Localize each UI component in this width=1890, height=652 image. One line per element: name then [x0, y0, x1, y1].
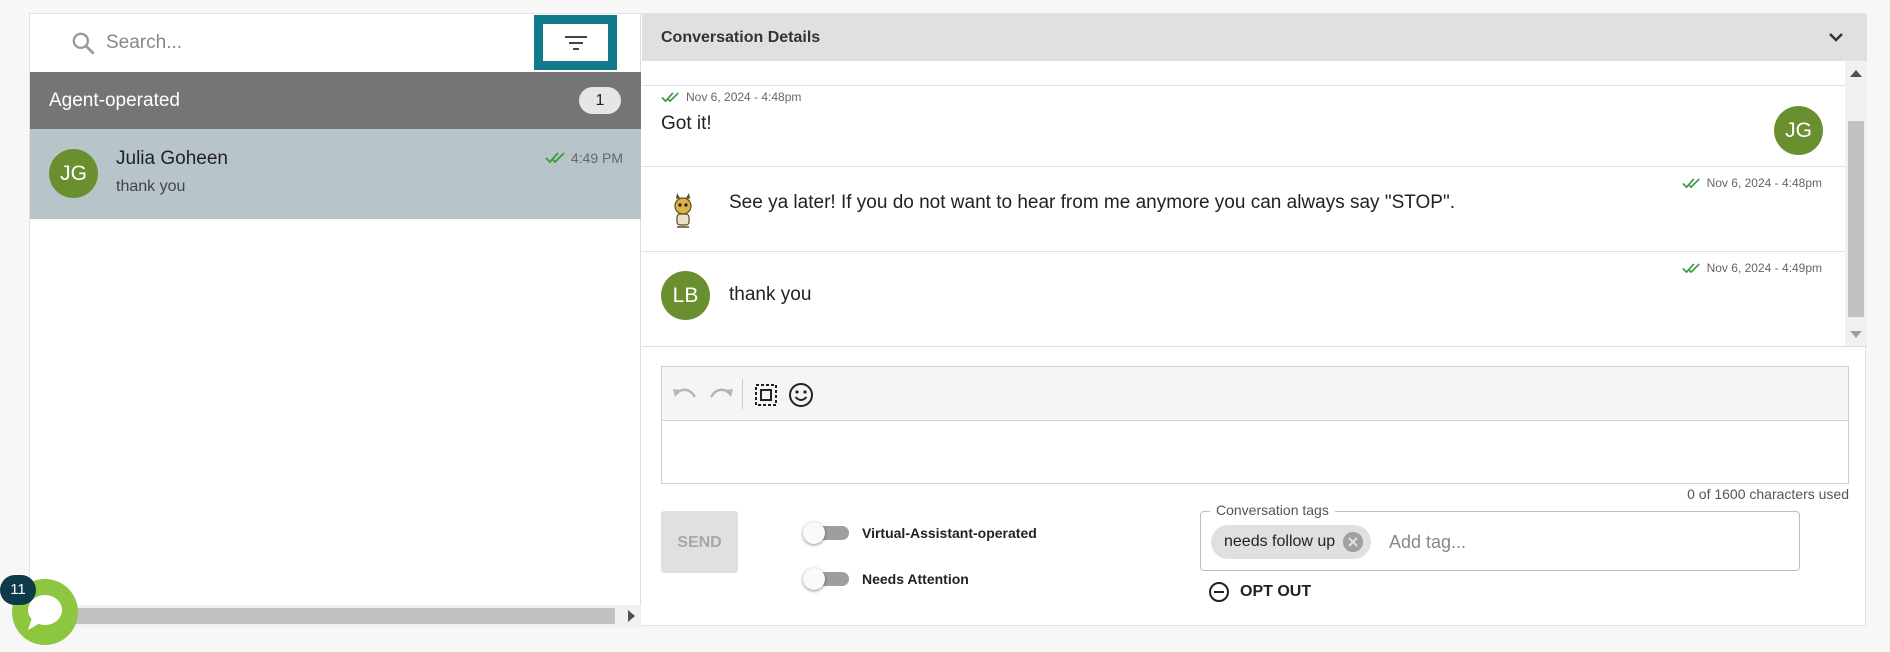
- message-input[interactable]: [661, 421, 1849, 484]
- virtual-assistant-label: Virtual-Assistant-operated: [862, 525, 1037, 541]
- conversation-name: Julia Goheen: [116, 148, 228, 169]
- message-time: Nov 6, 2024 - 4:48pm: [1706, 176, 1822, 190]
- close-icon[interactable]: [1343, 532, 1364, 552]
- message-item: Nov 6, 2024 - 4:48pm See ya later! If yo…: [642, 167, 1845, 252]
- needs-attention-toggle[interactable]: [803, 568, 849, 590]
- filter-icon: [564, 35, 587, 50]
- select-all-icon: [755, 384, 777, 406]
- tag-label: needs follow up: [1224, 533, 1336, 550]
- conversation-tags-field: Conversation tags needs follow up: [1200, 502, 1800, 571]
- scrollbar-thumb[interactable]: [1848, 121, 1864, 317]
- redo-icon: [709, 388, 733, 398]
- group-count-badge: 1: [579, 87, 621, 114]
- scroll-down-arrow-icon[interactable]: [1850, 331, 1862, 338]
- bot-mascot-icon: [674, 193, 692, 228]
- details-header[interactable]: Conversation Details: [642, 14, 1867, 61]
- avatar: LB: [661, 271, 710, 320]
- character-count: 0 of 1600 characters used: [1687, 486, 1849, 502]
- opt-out-label: OPT OUT: [1240, 583, 1312, 600]
- conversation-details-panel: Conversation Details Nov 6, 2024 - 4:48p…: [642, 14, 1867, 627]
- minus-circle-icon: [1209, 582, 1229, 602]
- avatar: JG: [1774, 106, 1823, 155]
- notification-badge: 11: [0, 575, 36, 605]
- emoji-button[interactable]: [786, 380, 816, 410]
- message-thread: Nov 6, 2024 - 4:48pm Got it! JG Nov 6, 2…: [642, 61, 1867, 347]
- tag-chip[interactable]: needs follow up: [1211, 525, 1372, 559]
- message-time: Nov 6, 2024 - 4:49pm: [1706, 261, 1822, 275]
- vertical-scrollbar[interactable]: [1845, 61, 1867, 346]
- group-title: Agent-operated: [49, 90, 180, 111]
- message-item: Nov 6, 2024 - 4:48pm Got it! JG: [642, 85, 1845, 167]
- undo-icon: [673, 388, 697, 398]
- message-text: thank you: [729, 284, 812, 305]
- avatar: JG: [49, 149, 98, 198]
- double-check-icon: [1681, 262, 1700, 273]
- scroll-right-arrow-icon[interactable]: [628, 610, 635, 622]
- search-bar: [30, 14, 641, 72]
- conversation-list-panel: Agent-operated 1 JG Julia Goheen thank y…: [30, 14, 641, 627]
- toolbar-divider: [742, 379, 743, 409]
- app-window: Agent-operated 1 JG Julia Goheen thank y…: [29, 13, 1867, 627]
- horizontal-scrollbar[interactable]: [30, 605, 641, 627]
- details-title: Conversation Details: [661, 29, 821, 46]
- conversation-item[interactable]: JG Julia Goheen thank you 4:49 PM: [30, 129, 641, 219]
- select-all-button[interactable]: [751, 380, 781, 410]
- double-check-icon: [545, 152, 565, 164]
- send-button[interactable]: SEND: [661, 511, 738, 573]
- chevron-down-icon[interactable]: [1827, 28, 1845, 46]
- undo-button[interactable]: [670, 380, 700, 410]
- emoji-icon: [789, 383, 813, 407]
- message-meta: Nov 6, 2024 - 4:48pm: [1681, 176, 1822, 190]
- message-meta: Nov 6, 2024 - 4:48pm: [661, 90, 801, 104]
- filter-button[interactable]: [534, 15, 617, 70]
- conversation-preview: thank you: [116, 178, 186, 195]
- scroll-up-arrow-icon[interactable]: [1850, 70, 1862, 77]
- redo-button[interactable]: [706, 380, 736, 410]
- search-icon: [72, 32, 95, 55]
- message-text: See ya later! If you do not want to hear…: [729, 192, 1455, 213]
- message-text: Got it!: [661, 113, 712, 134]
- message-item: LB Nov 6, 2024 - 4:49pm thank you: [642, 252, 1845, 346]
- message-time: Nov 6, 2024 - 4:48pm: [686, 90, 802, 104]
- virtual-assistant-toggle[interactable]: [803, 522, 849, 544]
- add-tag-input[interactable]: [1389, 528, 1689, 556]
- conversation-time: 4:49 PM: [545, 150, 623, 166]
- double-check-icon: [661, 91, 679, 102]
- double-check-icon: [1681, 177, 1700, 188]
- message-meta: Nov 6, 2024 - 4:49pm: [1681, 261, 1822, 275]
- conversation-time-text: 4:49 PM: [570, 150, 623, 166]
- composer-toolbar: [661, 366, 1849, 421]
- tags-legend: Conversation tags: [1210, 502, 1335, 518]
- search-input[interactable]: [106, 27, 456, 59]
- needs-attention-label: Needs Attention: [862, 571, 969, 587]
- scrollbar-thumb[interactable]: [60, 608, 615, 624]
- opt-out-button[interactable]: OPT OUT: [1208, 578, 1311, 606]
- group-header-agent-operated[interactable]: Agent-operated 1: [30, 72, 641, 129]
